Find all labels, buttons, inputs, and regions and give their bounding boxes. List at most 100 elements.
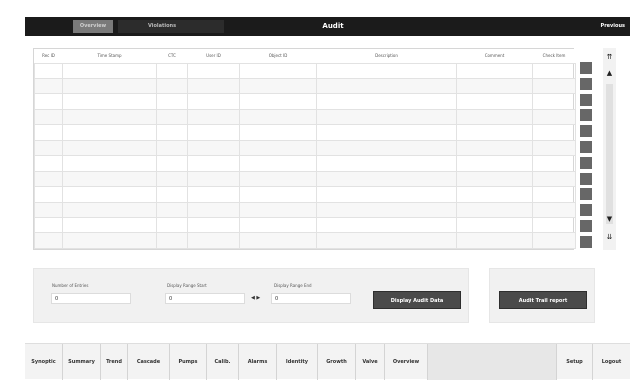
nav-overview[interactable]: Overview (385, 344, 428, 380)
row-select-button[interactable] (580, 125, 592, 138)
table-cell (456, 93, 533, 110)
top-bar: Overview Violations Audit Previous (25, 17, 630, 36)
nav-calib[interactable]: Calib. (207, 344, 239, 380)
num-entries-field[interactable]: 0 (51, 293, 131, 304)
table-cell (156, 217, 188, 234)
nav-logout[interactable]: Logout (593, 344, 630, 380)
row-select-button[interactable] (580, 93, 592, 106)
table-cell (532, 186, 576, 203)
table-cell (316, 186, 457, 203)
table-cell (456, 217, 533, 234)
range-end-field[interactable]: 0 (271, 293, 351, 304)
row-select-button[interactable] (580, 109, 592, 122)
table-cell (62, 139, 157, 157)
range-start-label: Display Range Start (167, 283, 207, 288)
table-cell (456, 77, 533, 95)
col-comment: Comment (456, 49, 533, 63)
row-select-button[interactable] (580, 156, 592, 169)
table-cell (239, 217, 317, 234)
table-cell (62, 155, 157, 172)
table-row[interactable] (34, 93, 576, 110)
table-cell (239, 170, 317, 188)
previous-button[interactable]: Previous (601, 17, 625, 36)
table-cell (187, 217, 240, 234)
row-select-button[interactable] (580, 204, 592, 217)
table-row[interactable] (34, 62, 576, 79)
row-select-button[interactable] (580, 235, 592, 248)
table-row[interactable] (34, 77, 576, 95)
table-cell (34, 139, 63, 157)
table-cell (239, 124, 317, 141)
table-cell (239, 62, 317, 79)
table-cell (187, 77, 240, 95)
table-cell (156, 93, 188, 110)
table-cell (187, 186, 240, 203)
table-cell (456, 232, 533, 249)
table-row[interactable] (34, 124, 576, 141)
table-cell (532, 62, 576, 79)
table-cell (316, 170, 457, 188)
table-scrollbar[interactable]: ⇈ ▲ ▼ ⇊ (603, 48, 616, 250)
table-row[interactable] (34, 217, 576, 234)
table-cell (62, 201, 157, 219)
tab-violations[interactable]: Violations (118, 20, 224, 33)
table-cell (316, 155, 457, 172)
table-cell (34, 217, 63, 234)
table-cell (156, 62, 188, 79)
scroll-top-icon[interactable]: ⇈ (603, 52, 616, 62)
table-cell (187, 108, 240, 126)
nav-setup[interactable]: Setup (556, 344, 593, 380)
table-cell (316, 108, 457, 126)
col-ctc: CTC (156, 49, 188, 63)
table-cell (456, 186, 533, 203)
table-cell (34, 108, 63, 126)
row-select-button[interactable] (580, 62, 592, 74)
row-select-button[interactable] (580, 172, 592, 185)
table-cell (532, 77, 576, 95)
scroll-track[interactable] (606, 84, 613, 224)
row-select-button[interactable] (580, 140, 592, 153)
table-cell (456, 170, 533, 188)
display-audit-data-button[interactable]: Display Audit Data (373, 291, 461, 309)
table-cell (62, 186, 157, 203)
table-cell (62, 108, 157, 126)
row-select-button[interactable] (580, 77, 592, 90)
scroll-bottom-icon[interactable]: ⇊ (603, 232, 616, 242)
table-row[interactable] (34, 155, 576, 172)
table-row[interactable] (34, 186, 576, 203)
nav-summary[interactable]: Summary (63, 344, 101, 380)
audit-trail-report-button[interactable]: Audit Trail report (499, 291, 587, 309)
nav-identity[interactable]: Identity (277, 344, 318, 380)
table-cell (532, 93, 576, 110)
table-row[interactable] (34, 201, 576, 219)
table-cell (34, 124, 63, 141)
table-row[interactable] (34, 170, 576, 188)
scroll-down-icon[interactable]: ▼ (603, 214, 616, 224)
table-cell (532, 124, 576, 141)
range-end-label: Display Range End (274, 283, 312, 288)
nav-pumps[interactable]: Pumps (170, 344, 207, 380)
table-row[interactable] (34, 139, 576, 157)
table-row[interactable] (34, 232, 576, 249)
tab-overview[interactable]: Overview (73, 20, 113, 33)
col-time-stamp: Time Stamp (62, 49, 157, 63)
row-select-button[interactable] (580, 219, 592, 232)
page-title: Audit (322, 22, 344, 30)
nav-valve[interactable]: Valve (356, 344, 385, 380)
table-cell (456, 108, 533, 126)
table-cell (532, 155, 576, 172)
nav-growth[interactable]: Growth (318, 344, 356, 380)
range-start-field[interactable]: 0 (165, 293, 245, 304)
audit-table: Rec ID Time Stamp CTC User ID Object ID … (33, 48, 576, 250)
table-cell (34, 155, 63, 172)
nav-cascade[interactable]: Cascade (128, 344, 170, 380)
row-select-button[interactable] (580, 188, 592, 201)
table-row[interactable] (34, 108, 576, 126)
table-cell (34, 186, 63, 203)
table-cell (532, 232, 576, 249)
nav-trend[interactable]: Trend (101, 344, 128, 380)
range-stepper-icon[interactable]: ◀ ▶ (251, 295, 260, 301)
nav-alarms[interactable]: Alarms (239, 344, 277, 380)
scroll-up-icon[interactable]: ▲ (603, 68, 616, 78)
nav-synoptic[interactable]: Synoptic (25, 344, 63, 380)
